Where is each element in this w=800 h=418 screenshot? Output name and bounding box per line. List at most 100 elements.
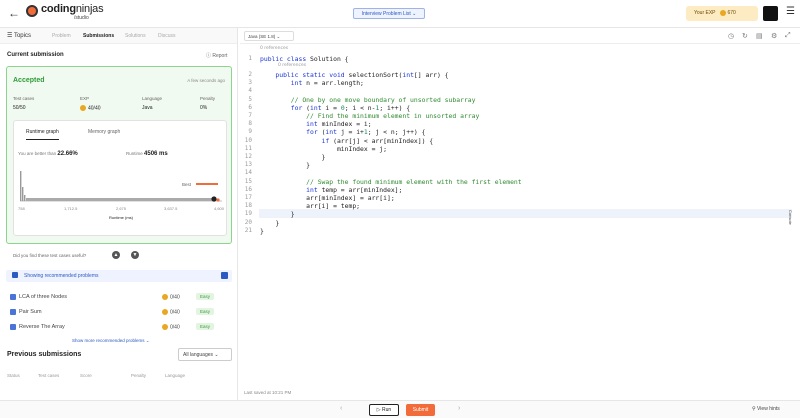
code-line: } (260, 219, 280, 227)
layout-icon[interactable]: ▤ (756, 32, 763, 40)
stat-value-language: Java (142, 105, 153, 111)
submit-button[interactable]: Submit (406, 404, 435, 416)
col-penalty: Penalty (131, 373, 147, 378)
hist-bar (22, 187, 24, 201)
points-value: 0/40 (170, 324, 180, 331)
top-bar: ← codingninjas /studio Interview Problem… (0, 0, 800, 28)
coin-icon (162, 294, 168, 300)
run-button[interactable]: ▷ Run (369, 404, 399, 416)
code-line: } (260, 210, 295, 218)
problem-name: Pair Sum (19, 309, 42, 315)
line-number: 18 (244, 202, 252, 209)
code-line: for (int i = 0; i < n-1; i++) { (290, 104, 411, 112)
exp-badge[interactable]: Your EXP 670 (686, 6, 758, 21)
line-number: 17 (244, 194, 252, 201)
stat-value-testcases: 50/50 (13, 105, 26, 111)
thumbs-up-icon (12, 272, 18, 278)
line-number: 8 (248, 120, 252, 127)
code-line: if (arr[j] < arr[minIndex]) { (321, 137, 434, 145)
hist-bar (24, 195, 26, 201)
problem-name: Reverse The Array (19, 324, 65, 330)
coin-icon (80, 105, 86, 111)
problem-list-dropdown[interactable]: Interview Problem List ⌄ (353, 8, 425, 19)
x-tick: 758 (18, 206, 25, 211)
tab-solutions[interactable]: Solutions (125, 33, 146, 39)
fullscreen-icon[interactable]: ⤢ (785, 32, 791, 40)
settings-icon[interactable]: ⚙ (771, 32, 777, 40)
problem-icon (10, 309, 16, 315)
coin-icon (162, 324, 168, 330)
problem-name: LCA of three Nodes (19, 294, 68, 300)
stat-label-penalty: Penalty (200, 96, 216, 101)
runtime-graph-panel: Runtime graph Memory graph You are bette… (13, 120, 227, 236)
console-toggle[interactable]: Console (788, 210, 793, 225)
reset-icon[interactable]: ↻ (742, 32, 748, 40)
your-position-marker (211, 196, 217, 202)
menu-icon[interactable]: ☰ (786, 6, 795, 17)
thumbs-down-icon[interactable]: ▼ (131, 251, 139, 259)
line-number: 3 (248, 79, 252, 86)
language-filter-select[interactable]: All languages ⌄ (178, 348, 232, 361)
line-number: 11 (244, 145, 252, 152)
problem-points: 0/40 (162, 309, 180, 315)
code-line: int minIndex = i; (306, 120, 372, 128)
recommended-toggle[interactable]: Showing recommended problems (6, 270, 232, 282)
status-accepted: Accepted (13, 77, 45, 84)
submission-time: A few seconds ago (187, 78, 225, 83)
checkbox-icon[interactable] (221, 272, 228, 279)
best-marker (196, 183, 218, 185)
tab-problem[interactable]: Problem (52, 33, 71, 39)
thumbs-up-icon[interactable]: ▲ (112, 251, 120, 259)
tab-discuss[interactable]: Discuss (158, 33, 176, 39)
line-number: 15 (244, 178, 252, 185)
points-value: 0/40 (170, 309, 180, 316)
stat-value-exp: 40/40 (80, 105, 101, 111)
logo-subtitle: /studio (74, 15, 89, 21)
line-number: 9 (248, 128, 252, 135)
x-tick: 1,712.5 (64, 206, 78, 211)
topics-button[interactable]: ☰ Topics (7, 32, 31, 39)
code-line: int n = arr.length; (290, 79, 364, 87)
list-item[interactable]: Pair Sum 0/40 Easy (10, 308, 225, 318)
timer-icon[interactable]: ◷ (728, 32, 734, 40)
useful-question: Did you find these test cases useful? (13, 253, 87, 258)
difficulty-badge: Easy (196, 293, 215, 300)
next-problem-icon[interactable]: › (458, 405, 460, 412)
bottom-bar: ‹ ▷ Run Submit › ⚲ View hints (0, 400, 800, 418)
list-item[interactable]: Reverse The Array 0/40 Easy (10, 323, 225, 333)
line-number: 16 (244, 186, 252, 193)
logo-text[interactable]: codingninjas (41, 3, 104, 15)
show-more-button[interactable]: Show more recommended problems ⌄ (72, 338, 150, 344)
line-number: 5 (248, 96, 252, 103)
code-line: } (260, 161, 311, 169)
back-arrow-icon[interactable]: ← (8, 6, 20, 20)
line-number: 20 (244, 219, 252, 226)
avatar[interactable] (763, 6, 778, 21)
logo-ninjas: ninjas (75, 3, 104, 15)
x-tick: 3,637.5 (164, 206, 178, 211)
x-tick: 4,600 (214, 206, 225, 211)
x-tick: 2,675 (116, 206, 127, 211)
line-number: 19 (244, 210, 252, 217)
list-item[interactable]: LCA of three Nodes 0/40 Easy (10, 293, 225, 303)
coin-icon (719, 9, 726, 16)
code-editor[interactable]: Java (SE 1.8) ⌄ ◷ ↻ ▤ ⚙ ⤢ 0 references 0… (240, 28, 800, 400)
references-hint: 0 references (260, 46, 289, 51)
coding-ninjas-logo-icon (26, 5, 38, 17)
stat-label-testcases: Test cases (13, 96, 35, 101)
report-button[interactable]: ⓘ Report (206, 52, 227, 59)
tab-submissions[interactable]: Submissions (83, 33, 114, 39)
difficulty-badge: Easy (196, 323, 215, 330)
code-line: arr[minIndex] = arr[i]; (260, 194, 395, 202)
accepted-card: Accepted A few seconds ago Test cases 50… (6, 66, 232, 259)
col-status: Status (7, 373, 20, 378)
problem-icon (10, 294, 16, 300)
exp-value: 670 (727, 10, 736, 16)
prev-problem-icon[interactable]: ‹ (340, 405, 342, 412)
line-number: 13 (244, 161, 252, 168)
difficulty-badge: Easy (196, 308, 215, 315)
your-position-dot (216, 198, 220, 202)
line-number: 12 (244, 153, 252, 160)
language-select[interactable]: Java (SE 1.8) ⌄ (244, 31, 294, 41)
view-hints-button[interactable]: ⚲ View hints (752, 406, 780, 412)
